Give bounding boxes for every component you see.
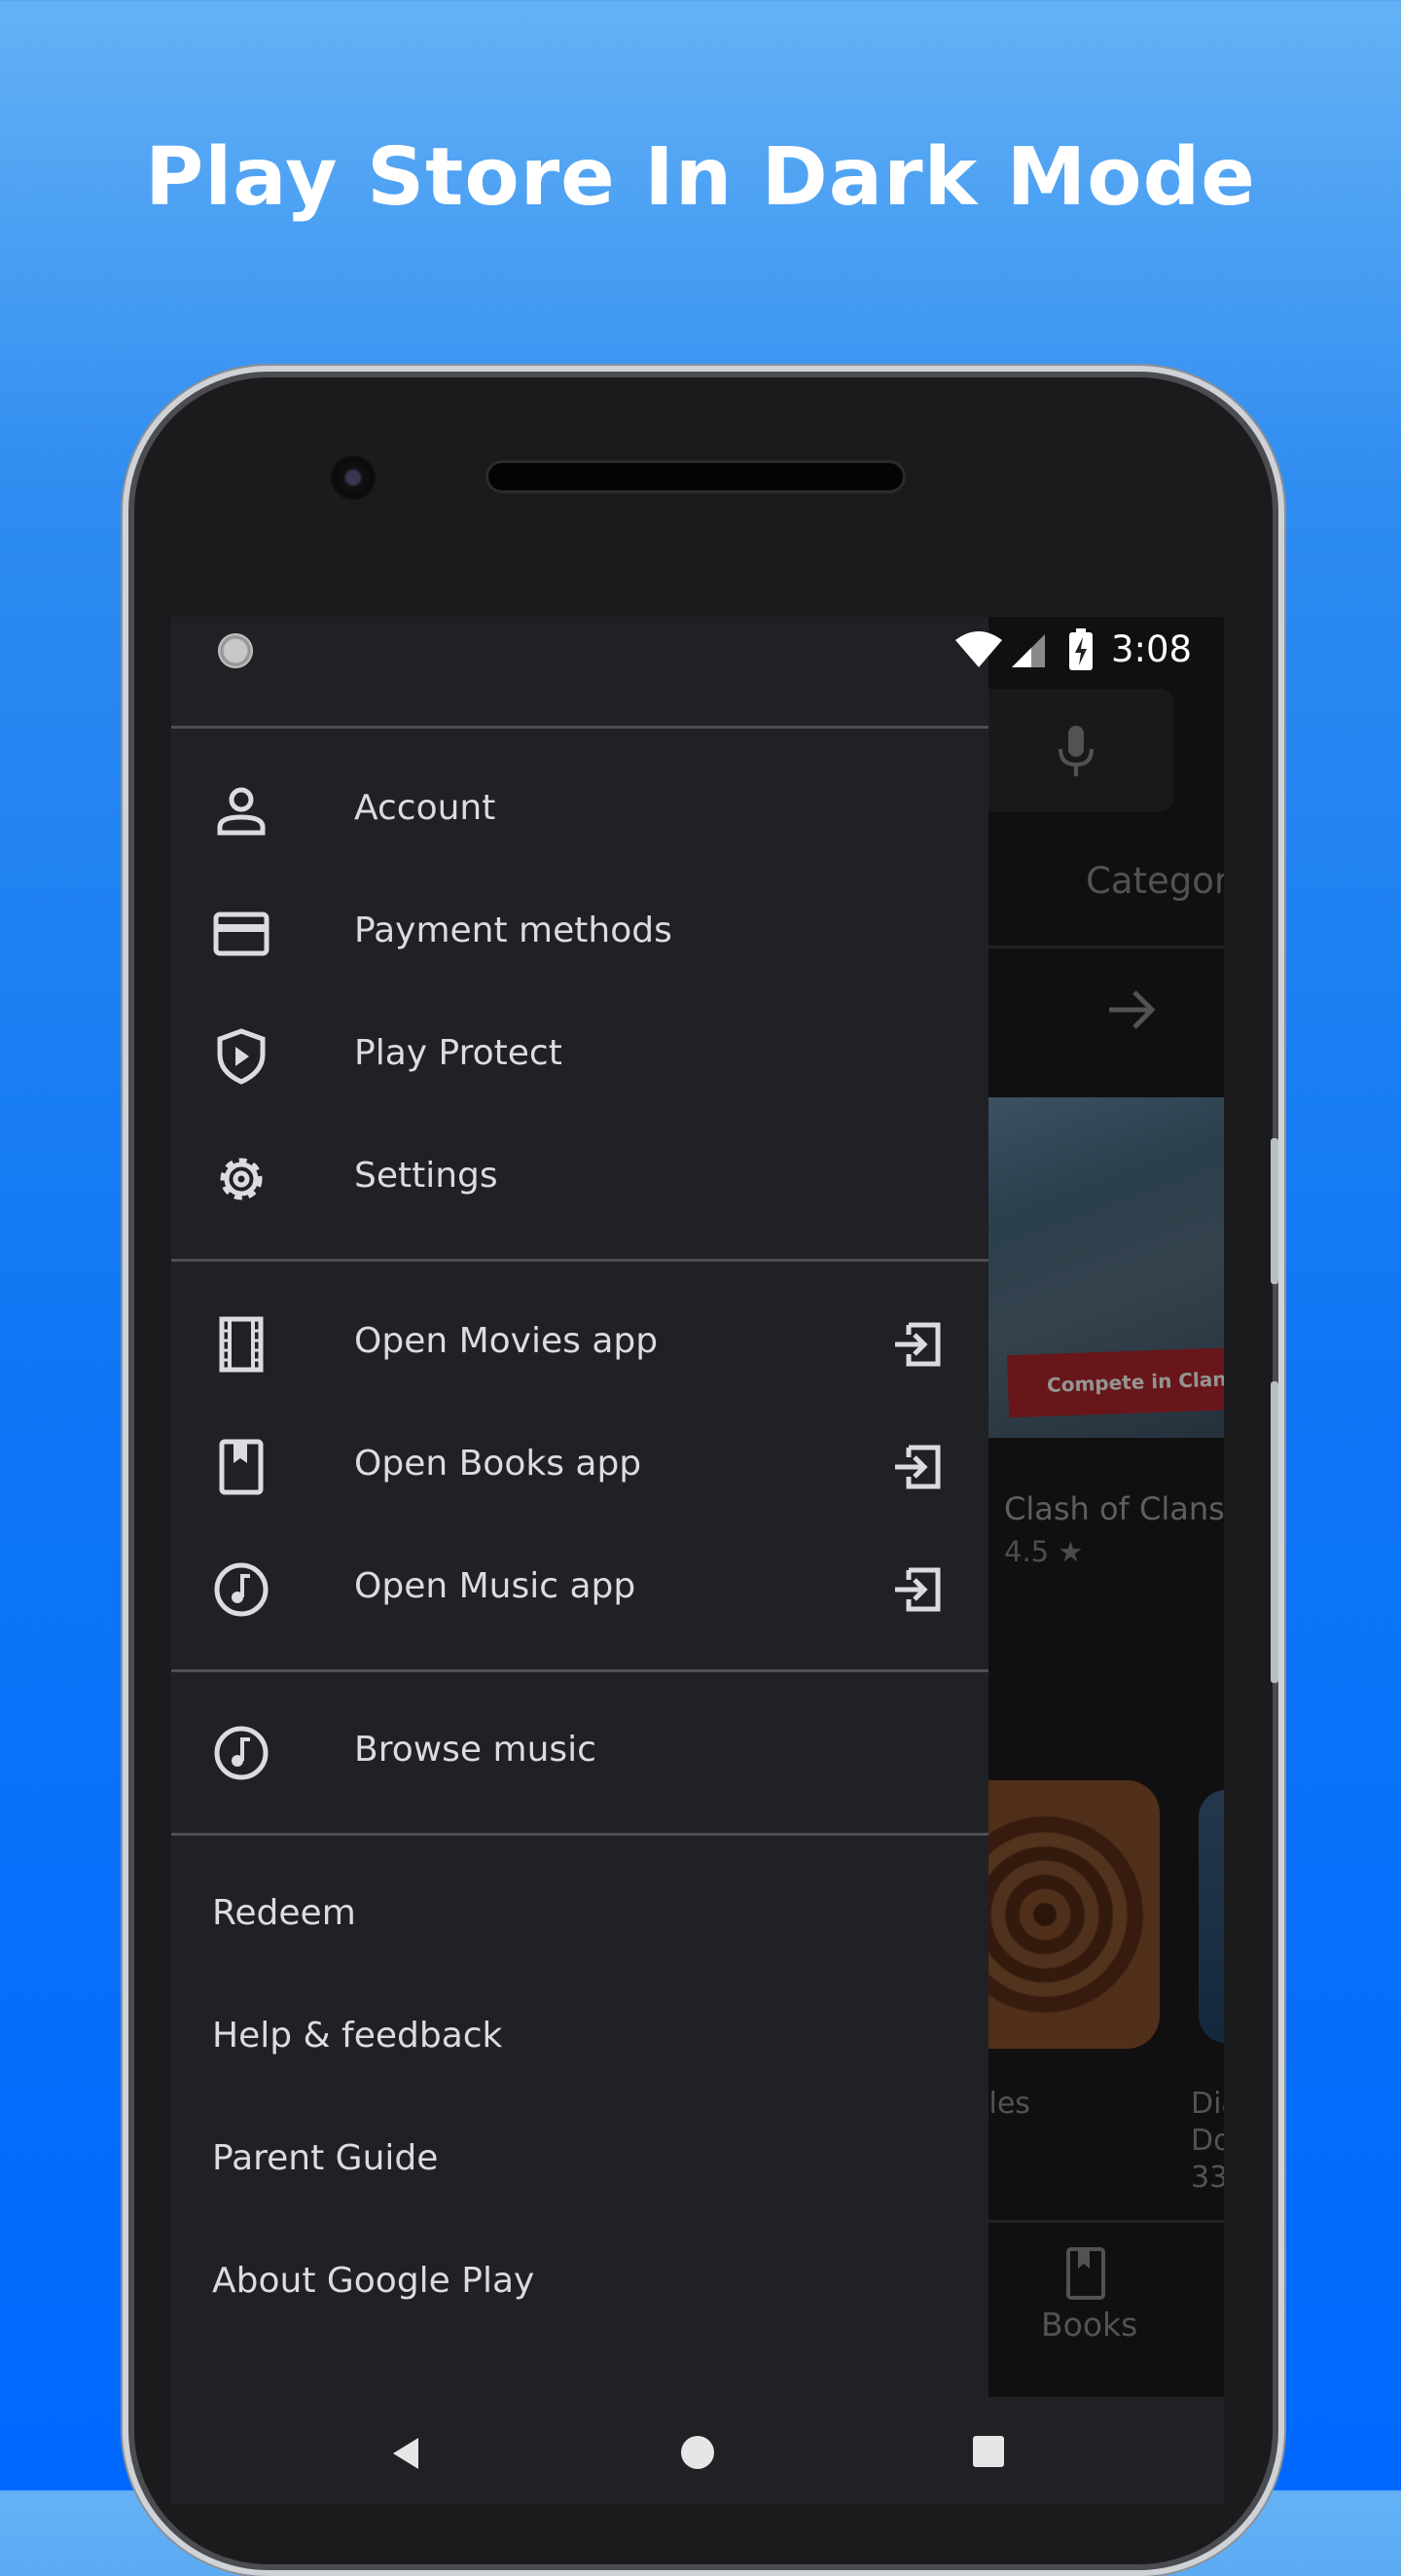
drawer-item-label: Parent Guide [212, 2138, 439, 2178]
phone-screen: Categor Compete in Clan Wa Clash of Clan… [171, 617, 1224, 2504]
drawer-item-settings[interactable]: Settings [171, 1121, 988, 1237]
front-camera [331, 455, 376, 500]
drawer-item-redeem[interactable]: Redeem [171, 1858, 988, 1975]
page-headline: Play Store In Dark Mode [145, 131, 1256, 224]
music-note-icon [214, 1726, 269, 1780]
drawer-item-label: Open Books app [354, 1444, 642, 1484]
drawer-item-open-books[interactable]: Open Books app [171, 1409, 988, 1525]
credit-card-icon [213, 912, 269, 956]
drawer-item-about-google-play[interactable]: About Google Play [171, 2226, 988, 2343]
drawer-divider [171, 726, 988, 729]
drawer-item-label: Payment methods [354, 911, 672, 950]
status-bar: 3:08 [171, 617, 1224, 687]
battery-charging-icon [1069, 628, 1093, 670]
drawer-divider [171, 1669, 988, 1672]
person-icon [217, 787, 266, 836]
drawer-item-open-music[interactable]: Open Music app [171, 1531, 988, 1648]
notification-icon [218, 633, 253, 668]
system-nav-bar [171, 2397, 1224, 2504]
drawer-item-label: Help & feedback [212, 2016, 503, 2056]
earpiece-speaker [488, 463, 903, 490]
open-external-icon [895, 1567, 941, 1612]
navigation-drawer: Account Payment methods Play Protect Set… [171, 617, 988, 2504]
drawer-item-payment-methods[interactable]: Payment methods [171, 876, 988, 992]
status-time: 3:08 [1111, 628, 1193, 670]
drawer-item-label: Play Protect [354, 1033, 562, 1073]
drawer-item-label: Account [354, 788, 496, 828]
signal-icon [1012, 634, 1045, 667]
drawer-item-account[interactable]: Account [171, 753, 988, 870]
open-external-icon [895, 1322, 941, 1367]
power-button [1271, 1138, 1278, 1284]
open-external-icon [895, 1445, 941, 1489]
gear-icon [220, 1158, 263, 1200]
drawer-item-label: Open Music app [354, 1566, 636, 1606]
drawer-item-label: Browse music [354, 1730, 596, 1770]
film-icon [219, 1316, 264, 1373]
home-icon[interactable] [681, 2436, 714, 2469]
bookmark-book-icon [219, 1439, 264, 1495]
volume-button [1271, 1381, 1278, 1683]
recents-icon[interactable] [973, 2436, 1004, 2467]
music-note-icon [214, 1562, 269, 1617]
drawer-item-label: Open Movies app [354, 1321, 659, 1361]
drawer-divider [171, 1259, 988, 1262]
drawer-item-play-protect[interactable]: Play Protect [171, 998, 988, 1115]
shield-play-icon [217, 1028, 266, 1085]
drawer-item-label: Redeem [212, 1893, 356, 1933]
back-icon[interactable] [389, 2436, 422, 2471]
drawer-item-label: About Google Play [212, 2261, 535, 2301]
wifi-icon [955, 631, 1002, 667]
drawer-item-browse-music[interactable]: Browse music [171, 1695, 988, 1811]
drawer-item-open-movies[interactable]: Open Movies app [171, 1286, 988, 1403]
drawer-item-help-feedback[interactable]: Help & feedback [171, 1981, 988, 2097]
drawer-item-label: Settings [354, 1156, 498, 1196]
drawer-item-parent-guide[interactable]: Parent Guide [171, 2103, 988, 2220]
drawer-divider [171, 1833, 988, 1836]
